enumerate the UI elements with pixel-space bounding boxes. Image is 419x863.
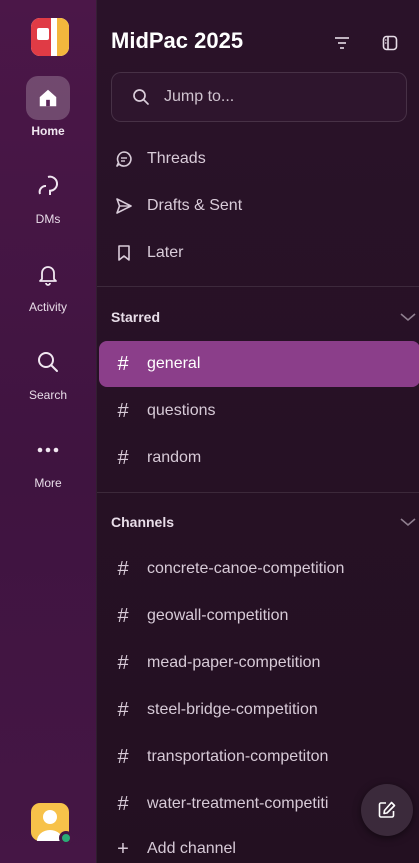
section-label-channels: Channels <box>111 514 175 530</box>
app-window: Home DMs Activity Search More MidPac 202… <box>0 0 419 863</box>
sidebar-toggle-icon <box>382 35 398 51</box>
channel-label: water-treatment-competiti <box>147 795 329 812</box>
logo-white-notch <box>37 28 49 40</box>
channel-item-steel-bridge-competition[interactable]: # steel-bridge-competition <box>99 687 419 733</box>
hash-icon: # <box>117 399 129 422</box>
divider <box>97 286 419 287</box>
send-icon <box>116 198 132 214</box>
hash-icon: # <box>117 651 129 674</box>
bell-icon <box>39 266 57 286</box>
add-channel-label: Add channel <box>147 840 236 857</box>
rail-label-home: Home <box>31 124 65 138</box>
channel-item-concrete-canoe-competition[interactable]: # concrete-canoe-competition <box>99 546 419 592</box>
hash-icon: # <box>117 446 129 469</box>
search-icon-wrap <box>26 340 70 384</box>
channel-item-geowall-competition[interactable]: # geowall-competition <box>99 593 419 639</box>
plus-icon: + <box>117 837 129 860</box>
chevron-down-icon <box>400 313 416 322</box>
home-icon-wrap <box>26 76 70 120</box>
section-header-starred[interactable]: Starred <box>111 304 416 330</box>
home-icon <box>39 89 57 107</box>
channel-label: questions <box>147 402 216 419</box>
channel-item-questions[interactable]: # questions <box>99 388 419 434</box>
channel-label: geowall-competition <box>147 607 289 624</box>
rail-label-activity: Activity <box>28 300 67 314</box>
hash-icon: # <box>117 745 129 768</box>
divider <box>97 492 419 493</box>
rail-item-home[interactable]: Home <box>0 76 96 150</box>
channel-label: general <box>147 355 201 372</box>
bookmark-icon <box>118 245 130 261</box>
channel-sidebar: MidPac 2025 Jump to... Threads Drafts & … <box>96 0 419 863</box>
section-header-channels[interactable]: Channels <box>111 509 416 535</box>
bell-icon-wrap <box>26 252 70 296</box>
compose-button[interactable] <box>361 784 413 836</box>
nav-item-threads[interactable]: Threads <box>97 137 419 181</box>
channel-item-random[interactable]: # random <box>99 435 419 481</box>
hash-icon: # <box>117 604 129 627</box>
sidebar-toggle-button[interactable] <box>377 30 403 56</box>
workspace-rail: Home DMs Activity Search More <box>0 0 96 863</box>
rail-item-activity[interactable]: Activity <box>0 252 96 326</box>
workspace-logo[interactable] <box>31 18 69 56</box>
add-channel-button[interactable]: + Add channel <box>99 826 419 863</box>
more-icon <box>37 447 59 453</box>
more-icon-wrap <box>26 428 70 472</box>
hash-icon: # <box>117 792 129 815</box>
nav-label-threads: Threads <box>147 150 206 167</box>
channel-label: random <box>147 449 202 466</box>
hash-icon: # <box>117 698 129 721</box>
rail-item-search[interactable]: Search <box>0 340 96 414</box>
hash-icon: # <box>117 557 129 580</box>
jump-to-placeholder: Jump to... <box>164 88 235 105</box>
channel-item-general[interactable]: # general <box>99 341 419 387</box>
jump-to-search[interactable]: Jump to... <box>111 72 407 122</box>
chevron-down-icon <box>400 518 416 527</box>
search-icon <box>38 352 58 372</box>
logo-yellow-block <box>57 18 69 56</box>
channel-label: mead-paper-competition <box>147 654 321 671</box>
section-label-starred: Starred <box>111 309 161 325</box>
channel-item-water-treatment-competition[interactable]: # water-treatment-competiti <box>99 781 361 827</box>
avatar[interactable] <box>31 803 73 845</box>
filter-button[interactable] <box>329 30 355 56</box>
nav-label-later: Later <box>147 244 184 261</box>
dms-icon-wrap <box>26 164 70 208</box>
channel-label: concrete-canoe-competition <box>147 560 345 577</box>
rail-label-search: Search <box>28 388 68 402</box>
channel-item-transportation-competiton[interactable]: # transportation-competiton <box>99 734 419 780</box>
threads-icon <box>116 151 132 167</box>
channel-label: steel-bridge-competition <box>147 701 318 718</box>
workspace-title[interactable]: MidPac 2025 <box>111 28 243 54</box>
presence-indicator <box>59 831 73 845</box>
rail-label-more: More <box>34 476 62 490</box>
rail-item-dms[interactable]: DMs <box>0 164 96 238</box>
search-icon <box>133 89 149 105</box>
nav-label-drafts-sent: Drafts & Sent <box>147 197 243 214</box>
hash-icon: # <box>117 352 129 375</box>
filter-icon <box>335 37 349 49</box>
channel-item-mead-paper-competition[interactable]: # mead-paper-competition <box>99 640 419 686</box>
channel-label: transportation-competiton <box>147 748 329 765</box>
rail-label-dms: DMs <box>35 212 61 226</box>
dms-icon <box>38 175 59 195</box>
nav-item-drafts-sent[interactable]: Drafts & Sent <box>97 184 419 228</box>
compose-icon <box>378 801 396 818</box>
rail-item-more[interactable]: More <box>0 428 96 502</box>
nav-item-later[interactable]: Later <box>97 231 419 275</box>
